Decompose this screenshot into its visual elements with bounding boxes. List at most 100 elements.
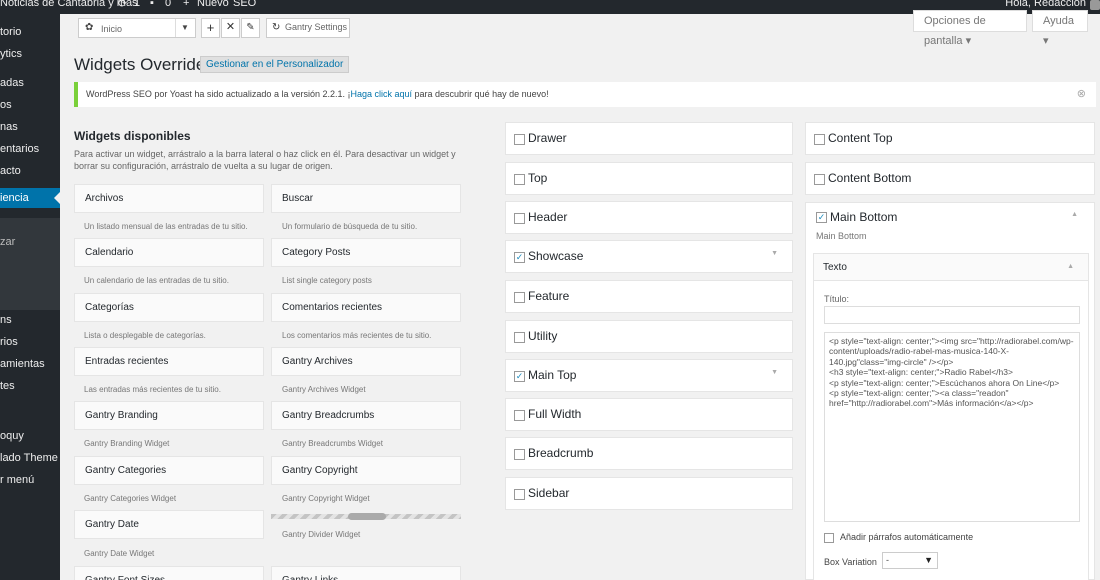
toggle-arrow-up-icon[interactable]: ▲ xyxy=(1071,211,1078,218)
comments-icon[interactable]: ▪ xyxy=(150,0,154,9)
sidebar-checkbox[interactable] xyxy=(514,134,525,145)
menu-item-usuarios[interactable]: rios xyxy=(0,332,60,352)
sidebar-name[interactable]: Main Bottom xyxy=(830,210,897,224)
menu-item-contacto[interactable]: acto xyxy=(0,161,60,181)
updates-icon[interactable]: ⟳ xyxy=(118,0,127,10)
text-widget-header[interactable]: Texto ▲ xyxy=(814,254,1088,281)
sidebar-sidebar[interactable]: Sidebar xyxy=(505,477,793,510)
sidebar-checkbox[interactable] xyxy=(514,292,525,303)
widget-gantry-breadcrumbs[interactable]: Gantry Breadcrumbs xyxy=(271,401,461,430)
sidebar-breadcrumb[interactable]: Breadcrumb xyxy=(505,437,793,470)
menu-item-escritorio[interactable]: torio xyxy=(0,22,60,42)
auto-paragraphs-checkbox[interactable] xyxy=(824,533,834,543)
outline-select-value: Inicio xyxy=(101,24,123,34)
drag-handle-icon[interactable] xyxy=(348,513,386,520)
greeting-link[interactable]: Hola, Redacción xyxy=(1005,0,1086,9)
notice-text-before: WordPress SEO por Yoast ha sido actualiz… xyxy=(86,89,351,99)
sidebar-checkbox-checked[interactable]: ✓ xyxy=(514,252,525,263)
menu-item-analytics[interactable]: ytics xyxy=(0,44,60,64)
add-outline-button[interactable]: + xyxy=(201,18,220,38)
widget-gantry-font-sizes[interactable]: Gantry Font Sizes xyxy=(74,566,264,580)
widget-gantry-categories[interactable]: Gantry Categories xyxy=(74,456,264,485)
sidebar-full-width[interactable]: Full Width xyxy=(505,398,793,431)
updates-count[interactable]: 1 xyxy=(134,0,140,9)
manage-in-customizer-button[interactable]: Gestionar en el Personalizador xyxy=(200,56,350,73)
widget-categorias[interactable]: Categorías xyxy=(74,293,264,322)
dismiss-icon[interactable]: ⊗ xyxy=(1077,82,1086,107)
site-name-link[interactable]: Noticias de Cantabria y más xyxy=(0,0,138,9)
widget-gantry-links[interactable]: Gantry Links xyxy=(271,566,461,580)
menu-item-plugins[interactable]: ns xyxy=(0,310,60,330)
available-widgets-title: Widgets disponibles xyxy=(74,129,191,143)
sidebar-checkbox[interactable] xyxy=(514,213,525,224)
widget-desc: Gantry Branding Widget xyxy=(84,439,170,448)
sidebar-feature[interactable]: Feature xyxy=(505,280,793,313)
widget-gantry-branding[interactable]: Gantry Branding xyxy=(74,401,264,430)
toggle-arrow-down-icon[interactable]: ▼ xyxy=(771,369,778,376)
sidebar-name: Main Top xyxy=(528,368,577,382)
box-variation-select[interactable]: - ▼ xyxy=(882,552,938,569)
menu-item-apariencia[interactable]: iencia xyxy=(0,188,60,208)
comments-count[interactable]: 0 xyxy=(165,0,171,9)
sidebar-checkbox[interactable] xyxy=(514,449,525,460)
chevron-down-icon: ▼ xyxy=(181,23,189,32)
sidebar-drawer[interactable]: Drawer xyxy=(505,122,793,155)
widget-buscar[interactable]: Buscar xyxy=(271,184,461,213)
screen-options-button[interactable]: Opciones de pantalla ▾ xyxy=(913,10,1027,47)
menu-item-comentarios[interactable]: entarios xyxy=(0,139,60,159)
sidebar-content-top[interactable]: Content Top xyxy=(805,122,1095,155)
notice-link[interactable]: Haga click aquí xyxy=(350,89,412,99)
sidebar-checkbox-checked[interactable]: ✓ xyxy=(514,371,525,382)
menu-item-ajustes[interactable]: tes xyxy=(0,376,60,396)
sidebar-main-top[interactable]: ✓ Main Top ▼ xyxy=(505,359,793,392)
avatar[interactable] xyxy=(1090,0,1100,10)
menu-item-loquy[interactable]: oquy xyxy=(0,426,60,446)
new-plus-icon[interactable]: + xyxy=(183,0,189,9)
widget-category-posts[interactable]: Category Posts xyxy=(271,238,461,267)
sidebar-checkbox-checked[interactable]: ✓ xyxy=(816,212,827,223)
sidebar-checkbox[interactable] xyxy=(514,410,525,421)
toggle-arrow-up-icon[interactable]: ▲ xyxy=(1067,263,1074,270)
sidebar-checkbox[interactable] xyxy=(514,489,525,500)
active-arrow-icon xyxy=(54,192,60,204)
sidebar-utility[interactable]: Utility xyxy=(505,320,793,353)
menu-item-herramientas[interactable]: amientas xyxy=(0,354,60,374)
sidebar-showcase[interactable]: ✓ Showcase ▼ xyxy=(505,240,793,273)
widget-comentarios-recientes[interactable]: Comentarios recientes xyxy=(271,293,461,322)
submenu-item-personalizar[interactable]: zar xyxy=(0,232,60,252)
sidebar-checkbox[interactable] xyxy=(814,134,825,145)
widget-gantry-copyright[interactable]: Gantry Copyright xyxy=(271,456,461,485)
toggle-arrow-down-icon[interactable]: ▼ xyxy=(771,250,778,257)
help-button[interactable]: Ayuda ▾ xyxy=(1032,10,1088,47)
menu-item-entradas[interactable]: adas xyxy=(0,73,60,93)
menu-item-collapse[interactable]: r menú xyxy=(0,470,60,490)
sidebar-checkbox[interactable] xyxy=(514,174,525,185)
widget-desc: Las entradas más recientes de tu sitio. xyxy=(84,385,221,394)
gantry-settings-button[interactable]: ↻ Gantry Settings xyxy=(266,18,350,38)
sidebar-checkbox[interactable] xyxy=(814,174,825,185)
gear-icon: ✿ xyxy=(85,22,94,33)
text-content-textarea[interactable]: <p style="text-align: center;"><img src=… xyxy=(824,332,1080,522)
widget-archivos[interactable]: Archivos xyxy=(74,184,264,213)
sidebar-top[interactable]: Top xyxy=(505,162,793,195)
sidebar-header[interactable]: Header xyxy=(505,201,793,234)
edit-outline-button[interactable]: ✎ xyxy=(241,18,260,38)
menu-item-paginas[interactable]: nas xyxy=(0,117,60,137)
new-link[interactable]: Nuevo xyxy=(197,0,229,9)
titulo-input[interactable] xyxy=(824,306,1080,324)
widget-gantry-archives[interactable]: Gantry Archives xyxy=(271,347,461,376)
widget-entradas-recientes[interactable]: Entradas recientes xyxy=(74,347,264,376)
menu-item-theme[interactable]: lado Theme xyxy=(0,448,60,468)
auto-paragraphs-label: Añadir párrafos automáticamente xyxy=(840,532,974,542)
outline-select[interactable]: ✿ Inicio ▼ xyxy=(78,18,196,38)
delete-outline-button[interactable]: ✕ xyxy=(221,18,240,38)
widget-gantry-date[interactable]: Gantry Date xyxy=(74,510,264,539)
sidebar-checkbox[interactable] xyxy=(514,332,525,343)
sidebar-content-bottom[interactable]: Content Bottom xyxy=(805,162,1095,195)
sidebar-subtitle: Main Bottom xyxy=(816,231,867,241)
seo-link[interactable]: SEO xyxy=(233,0,256,9)
widget-calendario[interactable]: Calendario xyxy=(74,238,264,267)
sidebar-name: Content Top xyxy=(828,131,893,145)
menu-item-medios[interactable]: os xyxy=(0,95,60,115)
widget-desc: Un calendario de las entradas de tu siti… xyxy=(84,276,229,285)
